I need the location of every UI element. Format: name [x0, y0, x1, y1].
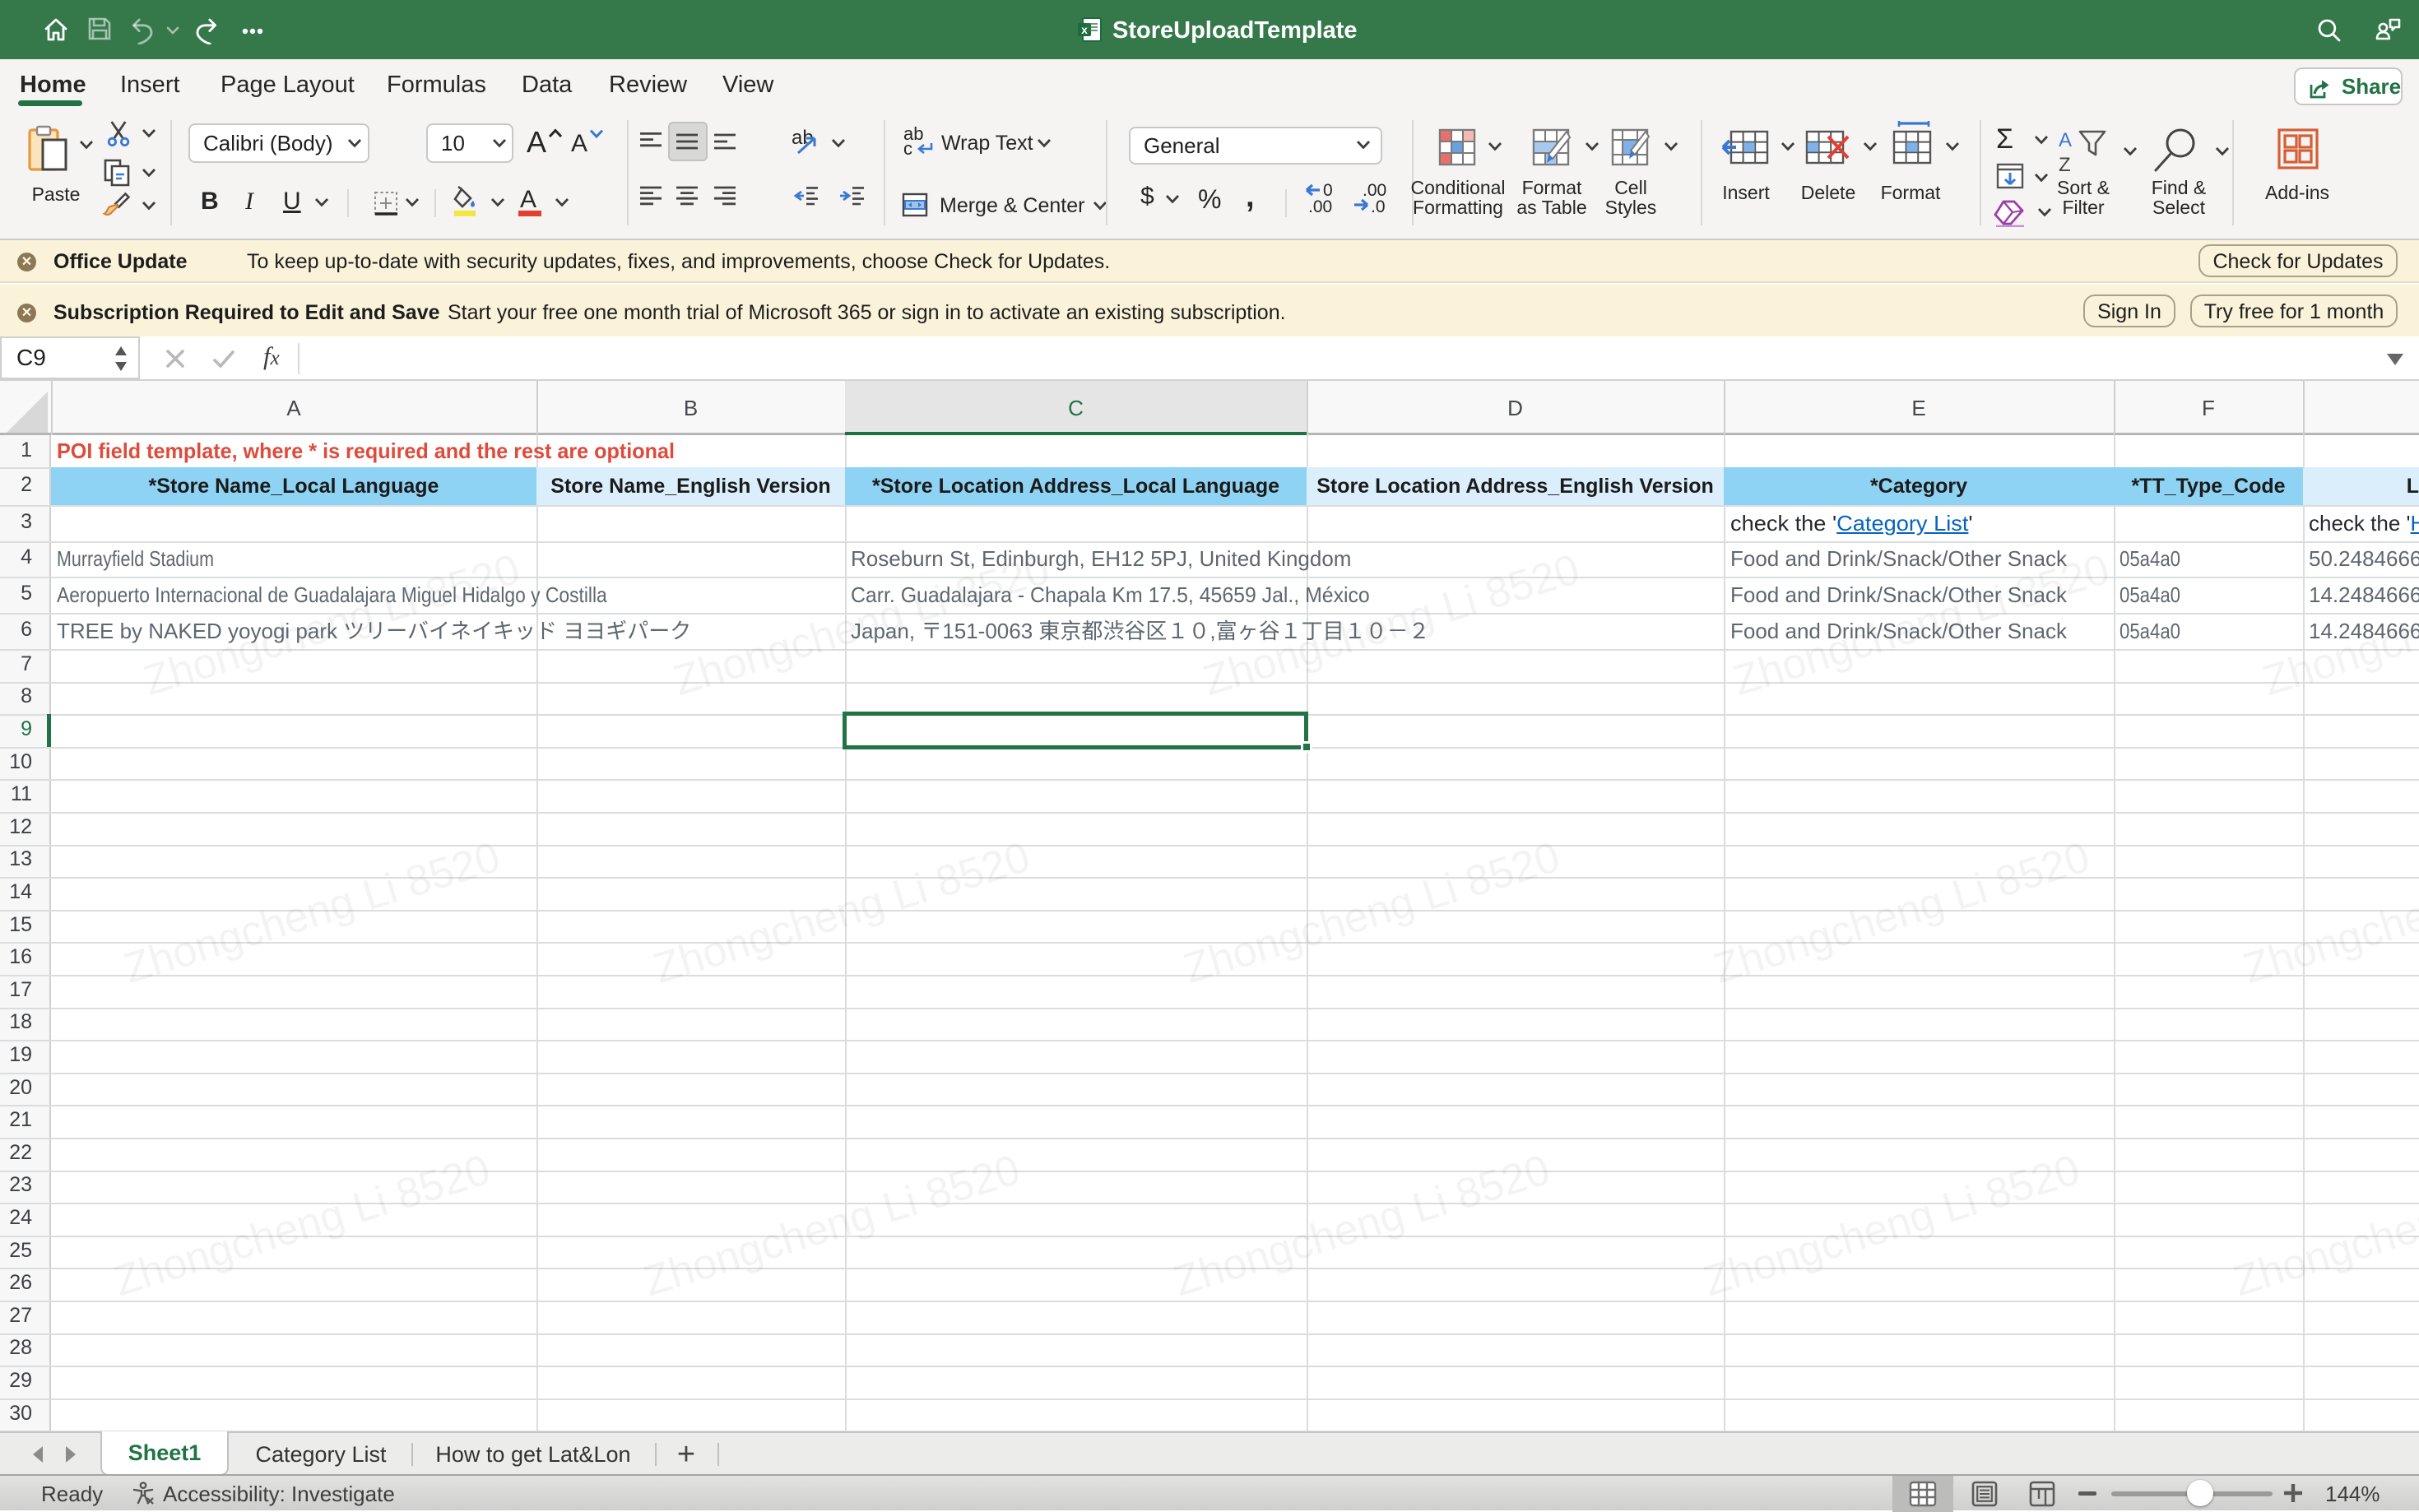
svg-text:A: A [2059, 129, 2072, 151]
svg-text:.0: .0 [1371, 197, 1386, 214]
svg-text:.00: .00 [1308, 197, 1332, 214]
svg-text:Z: Z [2059, 154, 2071, 176]
